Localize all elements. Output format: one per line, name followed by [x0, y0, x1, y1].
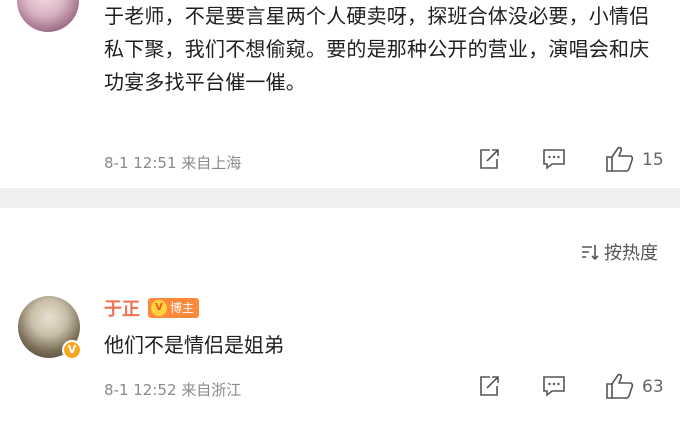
- comment-location: 来自上海: [181, 154, 242, 172]
- like-count: 63: [642, 377, 664, 397]
- sort-icon: [582, 245, 599, 261]
- comment-meta: 8-1 12:52 来自浙江: [104, 379, 241, 400]
- comment-item-1: 于老师，不是要言星两个人硬卖呀，探班合体没必要，小情侣私下聚，我们不想偷窥。要的…: [0, 0, 680, 188]
- share-icon[interactable]: [478, 375, 500, 397]
- share-icon[interactable]: [478, 148, 500, 170]
- comment-time: 8-1 12:51: [104, 154, 177, 172]
- sort-label: 按热度: [604, 243, 658, 264]
- verified-icon: V: [151, 300, 167, 316]
- section-divider: [0, 188, 680, 208]
- comment-location: 来自浙江: [181, 381, 242, 399]
- comment-actions: 63: [460, 371, 680, 401]
- like-icon[interactable]: [605, 372, 635, 400]
- avatar[interactable]: [17, 0, 79, 32]
- username[interactable]: 于正: [104, 295, 140, 321]
- comment-icon[interactable]: [542, 375, 566, 397]
- comment-icon[interactable]: [542, 148, 566, 170]
- sort-button[interactable]: 按热度: [580, 239, 658, 265]
- like-icon[interactable]: [605, 145, 635, 173]
- comment-text: 他们不是情侣是姐弟: [104, 333, 284, 357]
- badge-label: 博主: [170, 301, 195, 315]
- comment-time: 8-1 12:52: [104, 381, 177, 399]
- like-count: 15: [642, 150, 664, 170]
- blogger-badge: V 博主: [148, 298, 200, 318]
- comment-meta: 8-1 12:51 来自上海: [104, 152, 241, 173]
- comment-text: 于老师，不是要言星两个人硬卖呀，探班合体没必要，小情侣私下聚，我们不想偷窥。要的…: [104, 4, 650, 94]
- verified-badge-icon: V: [62, 340, 82, 360]
- comment-actions: 15: [460, 144, 680, 174]
